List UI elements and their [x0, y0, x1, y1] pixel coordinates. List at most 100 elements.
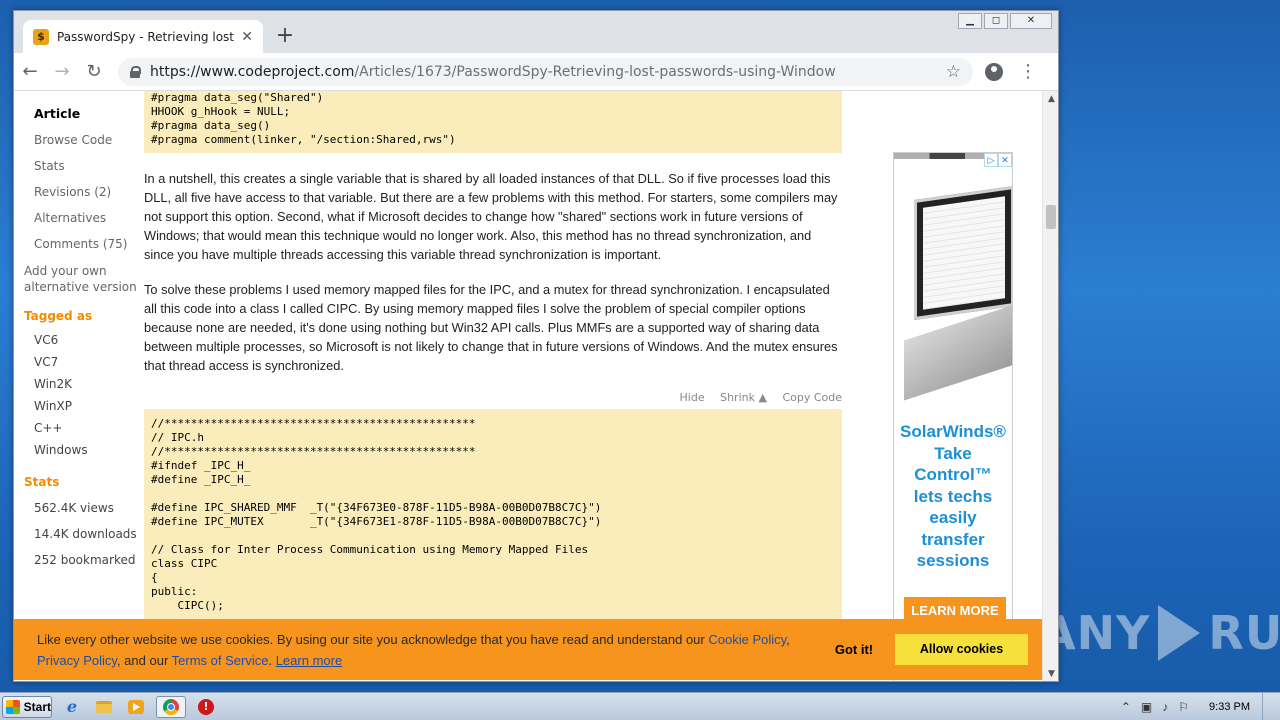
adchoices[interactable]: ▷ ✕: [984, 153, 1012, 167]
close-window-button[interactable]: ✕: [1010, 13, 1052, 29]
stat-views: 562.4K views: [34, 501, 114, 515]
media-player-icon: [128, 699, 144, 714]
minimize-button[interactable]: ▁: [958, 13, 982, 29]
maximize-button[interactable]: ◻: [984, 13, 1008, 29]
ad-close-icon[interactable]: ✕: [998, 153, 1012, 167]
ad-line: Take: [934, 443, 972, 463]
reload-button[interactable]: ↻: [78, 61, 110, 82]
cookie-policy-link[interactable]: Cookie Policy: [708, 632, 786, 647]
page-viewport: Article Browse Code Stats Revisions (2) …: [14, 91, 1042, 681]
url-path: /Articles/1673/PasswordSpy-Retrieving-lo…: [354, 63, 836, 80]
code-toolbar: Hide Shrink ▲ Copy Code: [144, 391, 842, 409]
code-block-ipc: //**************************************…: [144, 409, 842, 629]
cookie-banner: Like every other website we use cookies.…: [14, 619, 1042, 680]
system-tray: ⌃ ▣ ♪ ⚐ 9:33 PM: [1111, 692, 1280, 720]
article-paragraph: In a nutshell, this creates a single var…: [144, 171, 838, 262]
taskbar-chrome[interactable]: [156, 695, 186, 718]
taskbar-media-player[interactable]: [124, 696, 148, 718]
sidenav-item-revisions[interactable]: Revisions (2): [24, 179, 139, 205]
menu-kebab-icon[interactable]: ⋮: [1019, 62, 1037, 81]
tab-title: PasswordSpy - Retrieving lost passw: [57, 29, 235, 44]
ad-line: sessions: [916, 551, 990, 570]
windows-taskbar: Start e ! ⌃ ▣ ♪ ⚐ 9:33 PM: [0, 692, 1280, 720]
code-hide-link[interactable]: Hide: [680, 391, 705, 404]
tray-flag-icon[interactable]: ⚐: [1178, 700, 1189, 714]
url-host: https://www.codeproject.com: [150, 63, 355, 80]
ad-line: easily: [929, 508, 977, 527]
cookie-and: , and our: [116, 652, 172, 668]
sidenav-item-comments[interactable]: Comments (75): [24, 231, 139, 257]
cookie-message: Like every other website we use cookies.…: [37, 629, 807, 671]
allow-cookies-button[interactable]: Allow cookies: [895, 634, 1028, 665]
scroll-down-icon[interactable]: ▼: [1043, 666, 1058, 681]
cookie-dot: .: [268, 652, 276, 668]
ad-line: lets techs: [913, 486, 993, 506]
sidenav-item-stats[interactable]: Stats: [24, 153, 139, 179]
code-shrink-link[interactable]: Shrink ▲: [720, 391, 767, 404]
scroll-up-icon[interactable]: ▲: [1043, 91, 1058, 108]
ad-brand: SolarWinds®: [900, 422, 1006, 441]
windows-logo-icon: [6, 699, 20, 714]
tagged-as-heading: Tagged as: [24, 309, 93, 323]
tag-item[interactable]: Win2K: [24, 373, 139, 395]
stats-heading: Stats: [24, 475, 60, 489]
solarwinds-ad[interactable]: ▷ ✕ SolarWinds® Take Control™ lets techs…: [893, 152, 1013, 681]
anyrun-watermark: ANY RUN: [1040, 605, 1280, 661]
chrome-icon: [163, 698, 179, 715]
chrome-window: $ PasswordSpy - Retrieving lost passw ✕ …: [13, 10, 1059, 682]
tag-item[interactable]: WinXP: [24, 395, 139, 417]
toolbar-right: ⋮: [985, 62, 1037, 81]
browser-toolbar: ← → ↻ https://www.codeproject.com/Articl…: [14, 53, 1058, 91]
tray-network-icon[interactable]: ▣: [1141, 700, 1152, 714]
tag-item[interactable]: Windows: [24, 439, 139, 461]
taskbar-explorer[interactable]: [92, 696, 116, 718]
address-bar[interactable]: https://www.codeproject.com/Articles/167…: [118, 57, 973, 86]
sidenav-item-article[interactable]: Article: [24, 101, 139, 127]
new-tab-button[interactable]: +: [272, 23, 298, 49]
laptop-screen: [914, 185, 1012, 321]
tag-item[interactable]: VC7: [24, 351, 139, 373]
adchoices-icon[interactable]: ▷: [984, 153, 998, 167]
folder-icon: [96, 700, 112, 713]
laptop-image: [904, 183, 1012, 401]
lock-icon[interactable]: [130, 65, 141, 78]
taskbar-stop-app[interactable]: !: [194, 696, 218, 718]
start-button[interactable]: Start: [2, 695, 52, 718]
cookie-text: Like every other website we use cookies.…: [37, 631, 709, 647]
ie-icon: e: [66, 697, 78, 716]
tab-strip: $ PasswordSpy - Retrieving lost passw ✕ …: [14, 11, 1058, 53]
tray-expand-icon[interactable]: ⌃: [1121, 700, 1131, 714]
tag-item[interactable]: C++: [24, 417, 139, 439]
code-block-pragma: #pragma data_seg("Shared") HHOOK g_hHook…: [144, 91, 842, 153]
learn-more-link[interactable]: Learn more: [276, 653, 342, 668]
show-desktop-button[interactable]: [1262, 692, 1272, 720]
favicon-icon: $: [33, 28, 49, 45]
tab-close-icon[interactable]: ✕: [241, 29, 253, 45]
watermark-text-run: RUN: [1208, 606, 1280, 660]
privacy-policy-link[interactable]: Privacy Policy: [37, 653, 117, 668]
bookmark-star-icon[interactable]: ☆: [946, 62, 961, 82]
profile-avatar-icon[interactable]: [985, 62, 1003, 81]
clock[interactable]: 9:33 PM: [1209, 701, 1250, 713]
scroll-thumb[interactable]: [1046, 205, 1056, 229]
got-it-button[interactable]: Got it!: [823, 642, 885, 657]
stat-downloads: 14.4K downloads: [34, 527, 137, 541]
forward-button[interactable]: →: [46, 61, 78, 82]
code-copy-link[interactable]: Copy Code: [782, 391, 842, 404]
add-alternative-link[interactable]: Add your own alternative version: [24, 257, 139, 295]
back-button[interactable]: ←: [14, 61, 46, 82]
stat-bookmarked: 252 bookmarked: [34, 553, 136, 567]
tag-item[interactable]: VC6: [24, 329, 139, 351]
ad-headline: SolarWinds® Take Control™ lets techs eas…: [894, 421, 1012, 572]
terms-of-service-link[interactable]: Terms of Service: [172, 653, 269, 668]
taskbar-ie[interactable]: e: [60, 696, 84, 718]
sidenav-item-browse-code[interactable]: Browse Code: [24, 127, 139, 153]
start-label: Start: [23, 699, 51, 714]
page-scrollbar[interactable]: ▲ ▼: [1042, 91, 1058, 681]
ad-line: transfer: [921, 529, 985, 549]
article-sidenav: Article Browse Code Stats Revisions (2) …: [24, 91, 139, 573]
sidenav-item-alternatives[interactable]: Alternatives: [24, 205, 139, 231]
browser-tab[interactable]: $ PasswordSpy - Retrieving lost passw ✕: [23, 20, 263, 53]
cookie-sep: ,: [786, 631, 790, 647]
tray-volume-icon[interactable]: ♪: [1162, 700, 1168, 714]
